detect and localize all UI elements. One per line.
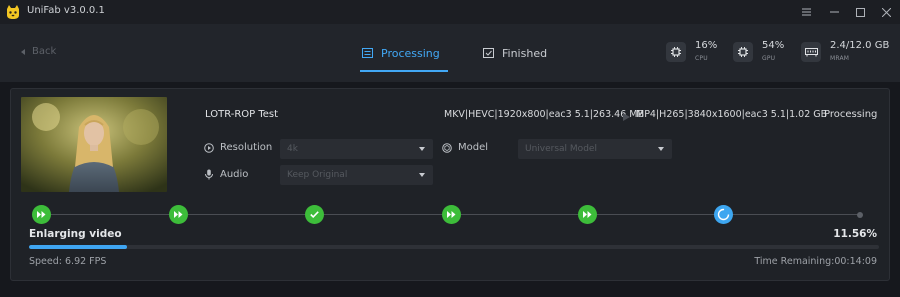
tab-finished-label: Finished [502,46,548,60]
progress-bar [29,245,879,249]
resolution-select[interactable]: 4k [280,139,433,159]
cpu-label: CPU [695,55,708,62]
back-label: Back [32,46,57,57]
tab-processing[interactable]: Processing [360,24,448,82]
model-label: Model [458,142,489,153]
task-card: LOTR-ROP Test MKV|HEVC|1920x800|eac3 5.1… [10,88,890,281]
audio-select[interactable]: Keep Original [280,165,433,185]
audio-label: Audio [220,169,249,180]
back-arrow-icon [21,48,25,55]
step-play-icon [32,205,51,224]
resolution-option: Resolution [204,142,272,153]
mram-stat: 2.4/12.0 GB MRAM [801,39,889,64]
cpu-stat: 16% CPU [666,39,717,64]
gpu-value: 54% [762,40,785,51]
finished-check-icon [483,48,494,58]
step-play-icon [442,205,461,224]
gpu-stat: 54% GPU [733,39,784,64]
task-status: Processing [824,109,878,120]
arrow-right-icon [623,113,630,121]
maximize-icon[interactable] [851,3,869,21]
mram-label: MRAM [830,55,850,62]
target-info: MP4|H265|3840x1600|eac3 5.1|1.02 GB [636,109,828,120]
task-name: LOTR-ROP Test [205,109,279,120]
step-play-icon [169,205,188,224]
phase-label: Enlarging video [29,228,122,240]
microphone-icon [205,169,213,180]
progress-bar-fill [29,245,128,249]
time-remaining: Time Remaining:00:14:09 [754,256,877,267]
minimize-icon[interactable] [825,3,843,21]
title-bar: UniFab v3.0.0.1 [0,0,900,24]
audio-value: Keep Original [287,170,348,180]
model-option: Model [442,142,488,153]
step-pending-dot [857,212,863,218]
audio-option: Audio [204,169,248,180]
speed-readout: Speed: 6.92 FPS [29,256,107,267]
gpu-chip-icon [733,42,753,62]
model-select[interactable]: Universal Model [518,139,672,159]
video-thumbnail[interactable] [21,97,167,192]
step-check-icon [305,205,324,224]
model-value: Universal Model [525,144,597,154]
tab-processing-label: Processing [381,46,440,60]
memory-icon [801,42,821,62]
gpu-label: GPU [762,55,776,62]
close-icon[interactable] [877,3,895,21]
back-button[interactable]: Back [21,46,56,57]
source-info: MKV|HEVC|1920x800|eac3 5.1|263.46 MB [444,109,644,120]
resolution-value: 4k [287,144,298,154]
chevron-down-icon [419,173,425,177]
tab-finished[interactable]: Finished [483,24,547,82]
cpu-value: 16% [695,40,718,51]
app-title: UniFab v3.0.0.1 [27,5,105,16]
menu-icon[interactable] [797,3,815,21]
app-logo-icon [7,5,19,19]
mram-value: 2.4/12.0 GB [830,40,890,51]
step-spinner-icon [714,205,733,224]
processing-list-icon [362,48,373,58]
progress-percent: 11.56% [833,228,877,240]
chevron-down-icon [658,147,664,151]
step-play-icon [578,205,597,224]
nav-bar: Back Processing Finished 16% CPU 54% GPU [0,24,900,82]
model-cube-icon [442,142,452,153]
cpu-chip-icon [666,42,686,62]
chevron-down-icon [419,147,425,151]
resolution-play-icon [204,142,214,153]
resolution-label: Resolution [220,142,273,153]
